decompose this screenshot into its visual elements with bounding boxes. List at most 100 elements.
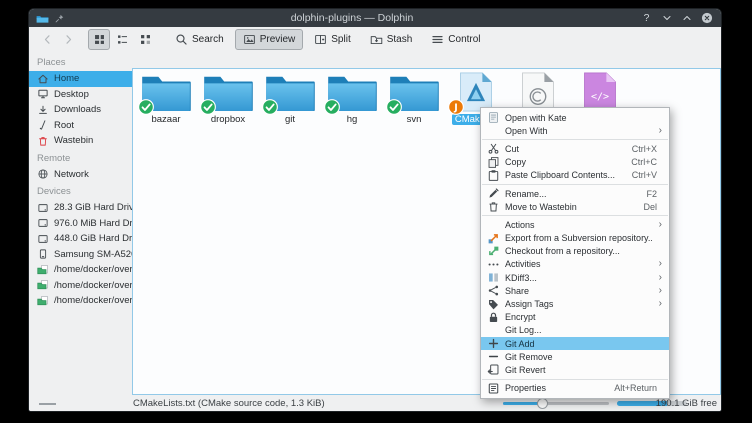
- sidebar-item-icon: [37, 73, 49, 85]
- menu-rename[interactable]: Rename... F2: [481, 187, 669, 200]
- menu-open-with-kate[interactable]: Open with Kate: [481, 111, 669, 124]
- sidebar-item-drive-976[interactable]: 976.0 MiB Hard Drive: [29, 216, 132, 232]
- sidebar-item-overlay-1[interactable]: /home/docker/overlay2/8: [29, 262, 132, 278]
- preview-button[interactable]: Preview: [235, 29, 304, 50]
- file-icon-area: [263, 72, 317, 112]
- menu-item-icon: [487, 187, 500, 200]
- search-button[interactable]: Search: [167, 29, 232, 50]
- menu-item-icon: [487, 232, 500, 245]
- submenu-arrow-icon: ›: [659, 126, 662, 136]
- emblem-icon: [138, 99, 154, 115]
- pin-icon: [54, 13, 65, 24]
- panel-grip[interactable]: [39, 403, 56, 405]
- sidebar-item-icon: [37, 248, 49, 260]
- menu-item-label: Checkout from a repository...: [505, 246, 652, 256]
- menu-git-add[interactable]: Git Add: [481, 337, 669, 350]
- sidebar-item-label: 28.3 GiB Hard Drive: [54, 202, 132, 213]
- compact-view-button[interactable]: [134, 29, 156, 50]
- window-title: dolphin-plugins — Dolphin: [70, 12, 634, 24]
- menu-paste[interactable]: Paste Clipboard Contents... Ctrl+V: [481, 169, 669, 182]
- menu-item-icon-slot: [487, 311, 500, 324]
- grid-view-icon: [93, 33, 106, 46]
- maximize-button[interactable]: [679, 11, 694, 26]
- menu-item-icon-slot: [487, 187, 500, 200]
- close-button[interactable]: [699, 11, 714, 26]
- icons-view-button[interactable]: [88, 29, 110, 50]
- menu-separator: [482, 184, 668, 185]
- file-hg[interactable]: hg: [321, 72, 383, 125]
- menu-item-icon: [487, 258, 500, 271]
- sidebar-item-label: Root: [54, 120, 74, 131]
- file-dropbox[interactable]: dropbox: [197, 72, 259, 125]
- sidebar-item-downloads[interactable]: Downloads: [29, 102, 132, 118]
- view-mode-group: [88, 29, 156, 50]
- file-label: hg: [344, 114, 361, 125]
- sidebar-item-drive-28[interactable]: 28.3 GiB Hard Drive: [29, 200, 132, 216]
- back-button[interactable]: [38, 31, 56, 49]
- title-bar[interactable]: dolphin-plugins — Dolphin ?: [29, 9, 721, 27]
- chevron-left-icon: [41, 33, 54, 46]
- sidebar-item-network[interactable]: Network: [29, 167, 132, 183]
- menu-actions[interactable]: Actions ›: [481, 218, 669, 231]
- sidebar-item-phone[interactable]: Samsung SM-A520F: [29, 247, 132, 263]
- chevron-up-icon: [681, 12, 693, 24]
- stash-button[interactable]: Stash: [362, 29, 421, 50]
- help-button[interactable]: ?: [639, 11, 654, 26]
- file-icon: [573, 72, 627, 112]
- file-svn[interactable]: svn: [383, 72, 445, 125]
- submenu-arrow-icon: ›: [659, 259, 662, 269]
- minimize-button[interactable]: [659, 11, 674, 26]
- menu-git-remove[interactable]: Git Remove: [481, 350, 669, 363]
- sidebar-item-icon: [37, 168, 49, 180]
- menu-item-icon: [487, 245, 500, 258]
- sidebar-item-root[interactable]: Root: [29, 118, 132, 134]
- list-view-icon: [116, 33, 129, 46]
- menu-svn-checkout[interactable]: Checkout from a repository...: [481, 245, 669, 258]
- sidebar-item-label: Desktop: [54, 89, 89, 100]
- menu-item-icon: [487, 284, 500, 297]
- sidebar-item-home[interactable]: Home: [29, 71, 132, 87]
- menu-item-shortcut: Ctrl+C: [631, 157, 657, 167]
- sidebar-item-icon: [37, 233, 49, 245]
- sidebar-item-icon: [37, 217, 49, 229]
- file-label: bazaar: [148, 114, 183, 125]
- file-icon-area: [201, 72, 255, 112]
- forward-button[interactable]: [59, 31, 77, 49]
- control-button[interactable]: Control: [423, 29, 488, 50]
- stash-label: Stash: [387, 34, 413, 45]
- submenu-arrow-icon: ›: [659, 273, 662, 283]
- sidebar-item-overlay-3[interactable]: /home/docker/overlay2/5: [29, 293, 132, 309]
- sidebar-item-label: /home/docker/overlay2/5: [54, 280, 132, 291]
- menu-open-with[interactable]: Open With ›: [481, 124, 669, 137]
- sidebar-item-drive-448[interactable]: 448.0 GiB Hard Drive: [29, 231, 132, 247]
- details-view-button[interactable]: [111, 29, 133, 50]
- search-label: Search: [192, 34, 224, 45]
- menu-kdiff3[interactable]: KDiff3... ›: [481, 271, 669, 284]
- sidebar-item-wastebin[interactable]: Wastebin: [29, 133, 132, 149]
- menu-git-log[interactable]: Git Log...: [481, 324, 669, 337]
- sidebar-item-icon: [37, 279, 49, 291]
- menu-item-icon-slot: [487, 156, 500, 169]
- menu-git-revert[interactable]: Git Revert: [481, 363, 669, 376]
- sidebar-item-overlay-2[interactable]: /home/docker/overlay2/5: [29, 278, 132, 294]
- devices-list: 28.3 GiB Hard Drive 976.0 MiB Hard Drive…: [29, 200, 132, 309]
- menu-encrypt[interactable]: Encrypt: [481, 311, 669, 324]
- menu-share[interactable]: Share ›: [481, 284, 669, 297]
- sidebar-item-label: 976.0 MiB Hard Drive: [54, 218, 132, 229]
- menu-cut[interactable]: Cut Ctrl+X: [481, 142, 669, 155]
- menu-properties[interactable]: Properties Alt+Return: [481, 382, 669, 395]
- file-bazaar[interactable]: bazaar: [135, 72, 197, 125]
- sidebar-item-icon: [37, 264, 49, 276]
- menu-copy[interactable]: Copy Ctrl+C: [481, 156, 669, 169]
- menu-assign-tags[interactable]: Assign Tags ›: [481, 297, 669, 310]
- menu-move-to-wastebin[interactable]: Move to Wastebin Del: [481, 200, 669, 213]
- menu-svn-export[interactable]: Export from a Subversion repository...: [481, 232, 669, 245]
- zoom-slider-handle[interactable]: [537, 398, 548, 409]
- split-button[interactable]: Split: [306, 29, 358, 50]
- menu-activities[interactable]: Activities ›: [481, 258, 669, 271]
- preview-icon: [243, 33, 256, 46]
- sidebar-item-label: Samsung SM-A520F: [54, 249, 132, 260]
- menu-item-label: Git Add: [505, 339, 652, 349]
- file-git[interactable]: git: [259, 72, 321, 125]
- sidebar-item-desktop[interactable]: Desktop: [29, 87, 132, 103]
